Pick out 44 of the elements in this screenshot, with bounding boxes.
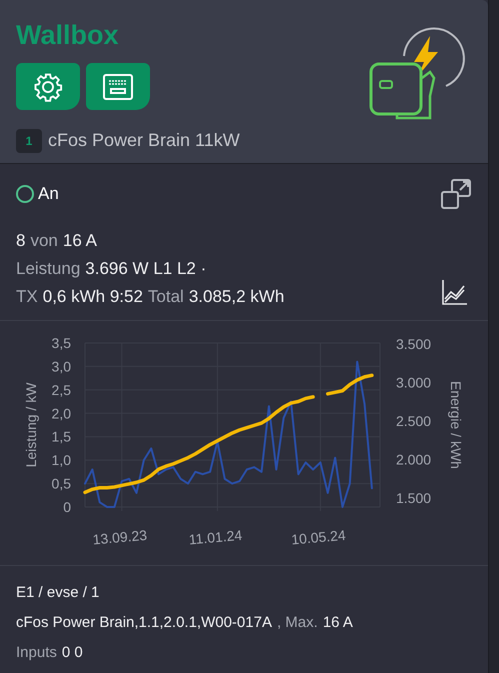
scrollbar-track[interactable] [488, 0, 499, 673]
axis-tick-label: 11.01.24 [188, 526, 243, 548]
field-value: 0 0 [62, 643, 83, 663]
axis-title: Leistung / kW [23, 382, 39, 468]
axis-tick-label: 13.09.23 [92, 526, 148, 548]
device-name: cFos Power Brain 11kW [48, 129, 240, 152]
axis-tick-label: 1,0 [52, 452, 71, 468]
field-label: , Max. [276, 613, 318, 633]
axis-title: Energie / kWh [448, 381, 464, 469]
chart-icon[interactable] [442, 279, 468, 305]
axis-tick-label: 1,5 [52, 428, 71, 445]
axis-tick-label: 2.000 [396, 452, 432, 468]
field-value: 8 [16, 230, 26, 252]
field-label: Inputs [16, 643, 57, 663]
axis-tick-label: 0 [63, 499, 71, 515]
field-label: von [30, 230, 58, 252]
meter-icon [102, 72, 134, 100]
expand-icon[interactable] [440, 178, 472, 210]
field-value: cFos Power Brain,1.1,2.0.1,W00-017A [16, 613, 272, 633]
axis-tick-label: 0,5 [52, 476, 71, 492]
axis-tick-label: 1.500 [396, 490, 432, 506]
field-value: 16 A [62, 230, 97, 252]
field-value: E1 / evse / 1 [16, 583, 100, 603]
meter-button[interactable] [86, 63, 150, 110]
axis-tick-label: 3.500 [396, 336, 432, 352]
device-title: Wallbox [16, 20, 120, 50]
field-value: 3.085,2 kWh [188, 286, 284, 308]
axis-tick-label: 3.000 [396, 374, 432, 390]
axis-tick-label: 2,0 [52, 405, 71, 422]
settings-button[interactable] [16, 63, 80, 110]
status-label: An [38, 183, 59, 206]
axis-tick-label: 2,5 [52, 382, 71, 398]
axis-tick-label: 2.500 [396, 413, 432, 429]
number-badge: 1 [16, 128, 42, 152]
field-value: 0,6 kWh 9:52 [42, 286, 143, 308]
field-value: 3.696 W L1 L2 · [85, 258, 206, 280]
axis-tick-label: 3,0 [52, 358, 71, 374]
field-value: 16 A [322, 613, 353, 633]
field-label: Leistung [16, 258, 80, 280]
axis-tick-label: 10.05.24 [290, 526, 346, 548]
axis-tick-label: 3,5 [52, 335, 71, 351]
field-label: TX [16, 286, 38, 308]
field-label: Total [148, 286, 184, 308]
settings-icon [33, 72, 63, 102]
